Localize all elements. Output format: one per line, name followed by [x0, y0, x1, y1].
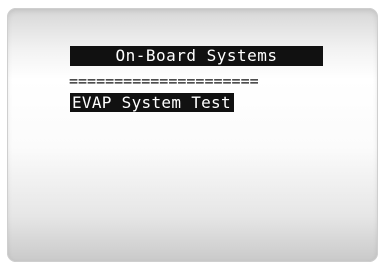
menu-item-evap-system-test[interactable]: EVAP System Test — [70, 93, 234, 112]
lcd-screen: On-Board Systems ===================== E… — [7, 8, 378, 262]
screen-title: On-Board Systems — [70, 46, 323, 66]
device-bezel: On-Board Systems ===================== E… — [0, 0, 385, 269]
title-divider: ===================== — [69, 74, 259, 88]
